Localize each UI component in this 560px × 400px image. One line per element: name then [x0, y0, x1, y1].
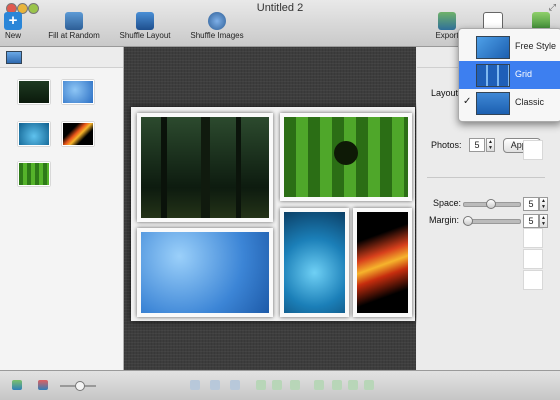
bring-forward-icon[interactable] — [314, 380, 324, 390]
expand-icon[interactable] — [364, 380, 374, 390]
thumbnail-forest[interactable] — [18, 80, 50, 104]
photo-green-apple[interactable] — [280, 113, 412, 201]
shuffle-images-icon — [208, 12, 226, 30]
remove-image-icon[interactable] — [38, 380, 48, 390]
thumbnail-size-knob[interactable] — [75, 381, 85, 391]
photo-water-splash[interactable] — [280, 208, 349, 317]
photos-label: Photos: — [431, 140, 462, 150]
delete-icon[interactable] — [230, 380, 240, 390]
shuffle-images-button[interactable]: Shuffle Images — [186, 12, 248, 40]
menu-item-classic[interactable]: ✓ Classic — [459, 89, 560, 117]
align-center-icon[interactable] — [210, 380, 220, 390]
export-icon — [438, 12, 456, 30]
add-image-icon[interactable] — [12, 380, 22, 390]
thumbnail-abstract-swirl[interactable] — [62, 122, 94, 146]
sidebar-header — [0, 47, 123, 68]
space-slider-knob[interactable] — [486, 199, 496, 209]
redo-icon[interactable] — [272, 380, 282, 390]
color-swatch-2[interactable] — [523, 228, 543, 248]
thumbnail-green-apple[interactable] — [18, 162, 50, 186]
divider — [427, 177, 545, 178]
menu-item-free-style[interactable]: Free Style — [459, 33, 560, 61]
bottom-toolbar — [0, 370, 560, 400]
plus-icon: + — [4, 12, 22, 30]
margin-stepper[interactable]: ▲ ▼ — [539, 214, 548, 228]
image-sidebar — [0, 47, 124, 370]
color-swatch-1[interactable] — [523, 140, 543, 160]
flip-icon[interactable] — [348, 380, 358, 390]
fill-at-random-button[interactable]: Fill at Random — [44, 12, 104, 40]
photos-count-field[interactable]: 5 — [469, 138, 485, 152]
collage — [131, 107, 415, 321]
shuffle-layout-button[interactable]: Shuffle Layout — [116, 12, 174, 40]
shuffle-layout-icon — [136, 12, 154, 30]
classic-layout-icon — [476, 92, 510, 115]
photo-forest[interactable] — [137, 113, 273, 222]
collage-canvas-area — [124, 47, 416, 370]
undo-icon[interactable] — [256, 380, 266, 390]
menu-item-grid[interactable]: Grid — [459, 61, 560, 89]
photo-abstract-swirl[interactable] — [353, 208, 412, 317]
grid-layout-icon — [476, 64, 510, 87]
margin-slider-knob[interactable] — [463, 216, 473, 226]
layout-menu: Free Style Grid ✓ Classic — [458, 28, 560, 122]
color-swatch-3[interactable] — [523, 249, 543, 269]
space-field[interactable]: 5 — [523, 197, 539, 211]
margin-label: Margin: — [429, 215, 460, 225]
color-swatch-4[interactable] — [523, 270, 543, 290]
thumbnail-water-splash[interactable] — [18, 122, 50, 146]
photo-water-drops[interactable] — [137, 228, 273, 317]
free-style-layout-icon — [476, 36, 510, 59]
layout-label: Layout — [431, 88, 459, 98]
fill-icon — [65, 12, 83, 30]
space-label: Space: — [433, 198, 462, 208]
photos-stepper[interactable]: ▲ ▼ — [486, 138, 495, 152]
rotate-icon[interactable] — [290, 380, 300, 390]
space-stepper[interactable]: ▲ ▼ — [539, 197, 548, 211]
margin-field[interactable]: 5 — [523, 214, 539, 228]
checkmark-icon: ✓ — [463, 96, 472, 107]
new-button[interactable]: + New — [2, 12, 24, 40]
send-backward-icon[interactable] — [332, 380, 342, 390]
thumbnail-water-drops[interactable] — [62, 80, 94, 104]
image-icon[interactable] — [6, 51, 22, 64]
align-left-icon[interactable] — [190, 380, 200, 390]
